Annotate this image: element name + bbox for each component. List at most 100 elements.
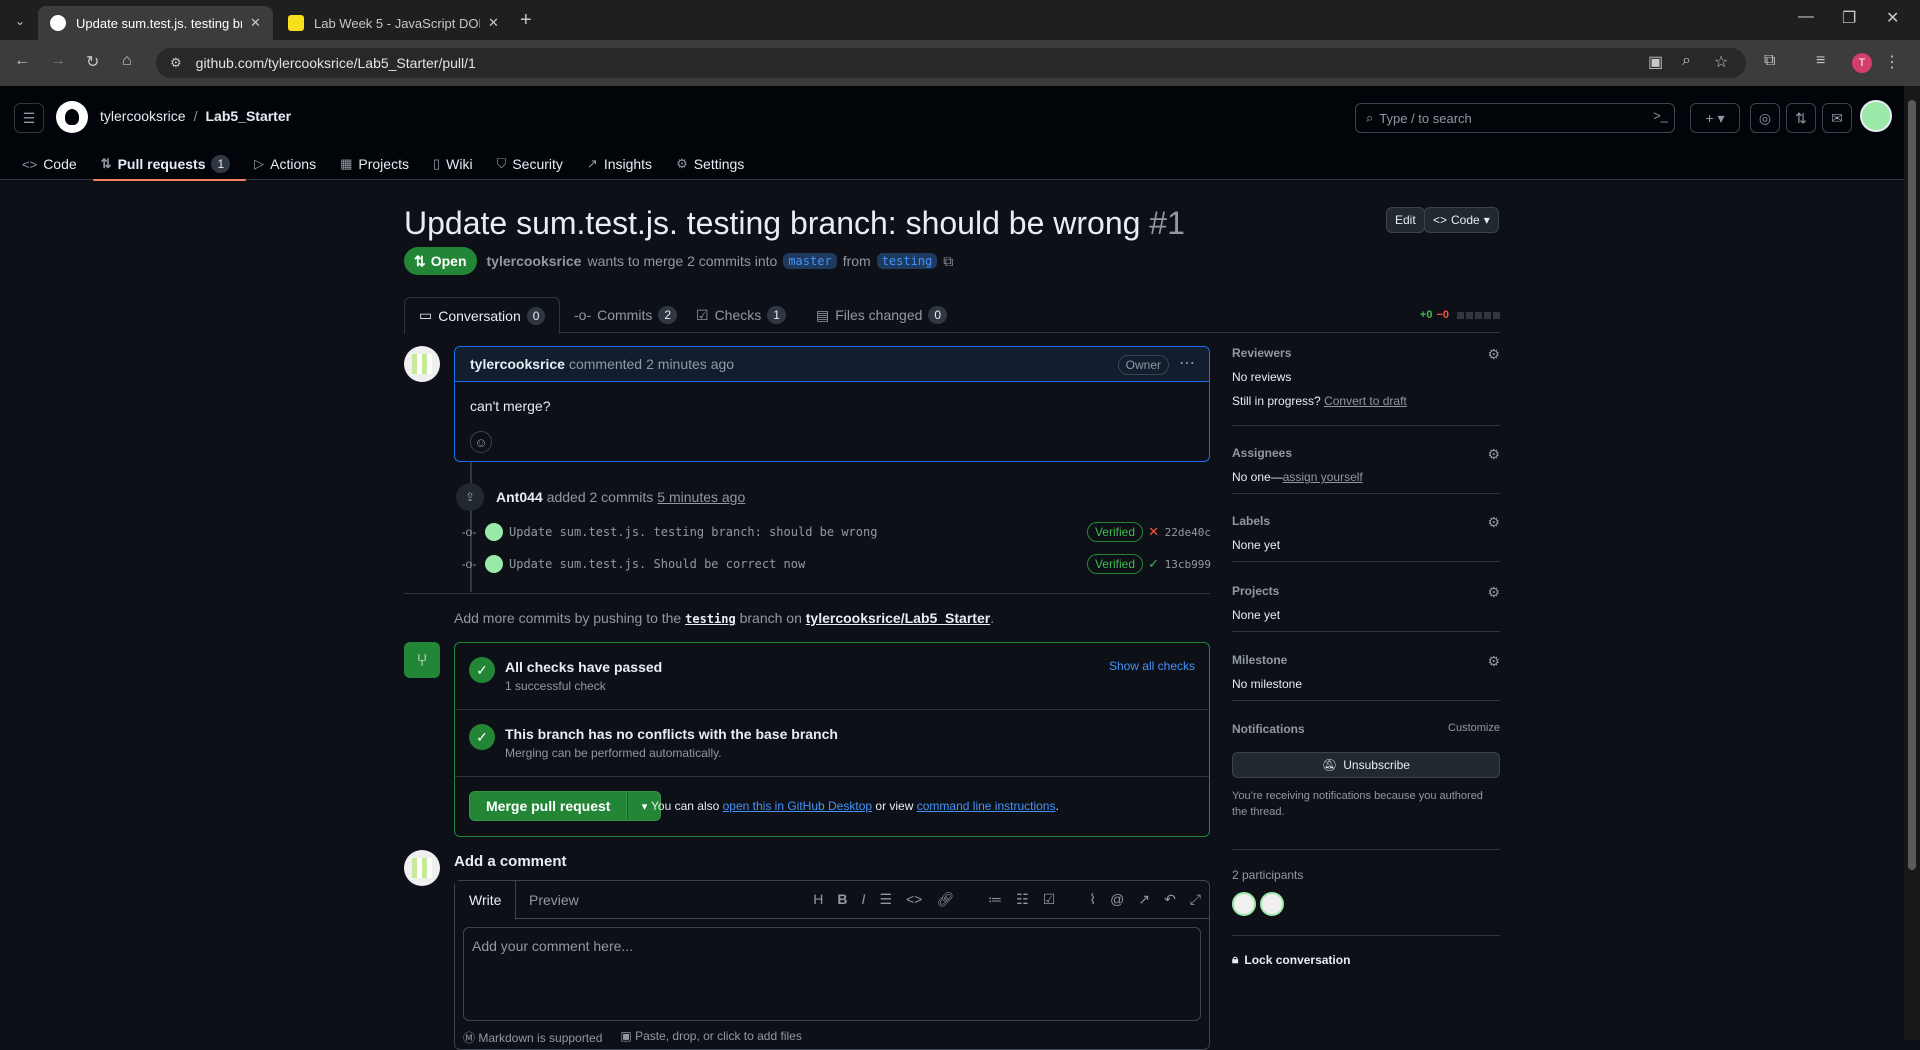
- extensions-icon[interactable]: ⧉: [1764, 52, 1775, 70]
- create-new-button[interactable]: + ▾: [1690, 103, 1740, 133]
- nav-wiki[interactable]: ▯ Wiki: [433, 148, 485, 180]
- tab-search-button[interactable]: ⌄: [8, 9, 32, 33]
- nav-projects[interactable]: ▦ Projects: [340, 148, 421, 180]
- participant-avatar[interactable]: [1232, 892, 1256, 916]
- zoom-icon[interactable]: ⌕: [1682, 52, 1691, 70]
- verified-badge[interactable]: Verified: [1086, 522, 1143, 542]
- media-icon[interactable]: ≡: [1816, 52, 1825, 70]
- repo-link[interactable]: Lab5_Starter: [205, 108, 291, 124]
- assign-yourself-link[interactable]: assign yourself: [1283, 470, 1363, 484]
- home-icon[interactable]: ⌂: [122, 52, 132, 70]
- install-app-icon[interactable]: ▣: [1648, 52, 1663, 72]
- nav-security[interactable]: ⛉ Security: [497, 148, 575, 180]
- event-time[interactable]: 5 minutes ago: [657, 489, 745, 505]
- browser-menu-icon[interactable]: ⋮: [1884, 52, 1900, 72]
- italic-icon[interactable]: I: [862, 891, 866, 908]
- commit-sha[interactable]: 13cb999: [1165, 558, 1211, 571]
- profile-avatar[interactable]: T: [1852, 53, 1872, 73]
- comment-time[interactable]: 2 minutes ago: [646, 356, 734, 372]
- command-palette-icon[interactable]: >_: [1653, 108, 1668, 123]
- link-icon[interactable]: 🔗︎: [936, 891, 954, 908]
- code-icon[interactable]: <>: [906, 891, 922, 908]
- github-desktop-link[interactable]: open this in GitHub Desktop: [723, 799, 872, 813]
- merge-pull-request-button[interactable]: Merge pull request: [469, 791, 628, 821]
- check-passed-icon[interactable]: ✓: [1148, 556, 1159, 572]
- commit-sha[interactable]: 22de40c: [1165, 526, 1211, 539]
- convert-to-draft-link[interactable]: Convert to draft: [1324, 394, 1407, 408]
- browser-tab[interactable]: Lab Week 5 - JavaScript DOM E ✕: [276, 6, 511, 40]
- commit-message[interactable]: Update sum.test.js. testing branch: shou…: [509, 525, 877, 539]
- bold-icon[interactable]: B: [837, 891, 847, 908]
- unsubscribe-button[interactable]: 🔕︎ Unsubscribe: [1232, 752, 1500, 778]
- show-all-checks-link[interactable]: Show all checks: [1109, 659, 1195, 673]
- scrollbar-thumb[interactable]: [1908, 100, 1916, 870]
- reference-icon[interactable]: ↗: [1138, 891, 1150, 908]
- nav-actions[interactable]: ▷ Actions: [254, 148, 328, 180]
- tab-files-changed[interactable]: ▤ Files changed 0: [802, 297, 961, 333]
- event-actor[interactable]: Ant044: [496, 489, 543, 505]
- head-branch[interactable]: testing: [876, 253, 938, 269]
- commit-message[interactable]: Update sum.test.js. Should be correct no…: [509, 557, 805, 571]
- numbered-list-icon[interactable]: ≔: [988, 891, 1002, 908]
- heading-icon[interactable]: H: [813, 891, 823, 908]
- gear-icon[interactable]: ⚙: [1487, 653, 1500, 670]
- add-reaction-icon[interactable]: ☺: [470, 431, 492, 453]
- attach-files-hint[interactable]: ▣ Paste, drop, or click to add files: [620, 1029, 801, 1046]
- tab-write[interactable]: Write: [455, 881, 517, 920]
- menu-icon[interactable]: ☰: [14, 103, 44, 133]
- tab-commits[interactable]: -o- Commits 2: [560, 297, 691, 333]
- code-dropdown-button[interactable]: <> Code ▾: [1424, 207, 1499, 233]
- nav-pull-requests[interactable]: ⇅ Pull requests 1: [92, 148, 246, 181]
- back-icon[interactable]: ←: [14, 52, 30, 70]
- tab-preview[interactable]: Preview: [515, 881, 593, 919]
- comment-textarea[interactable]: Add your comment here...: [463, 927, 1201, 1021]
- restore-icon[interactable]: ❐: [1842, 8, 1856, 28]
- site-info-icon[interactable]: ⚙: [170, 55, 182, 71]
- browser-tab-active[interactable]: Update sum.test.js. testing bran ✕: [38, 6, 273, 40]
- reply-icon[interactable]: ↶: [1164, 891, 1176, 908]
- gear-icon[interactable]: ⚙: [1487, 346, 1500, 363]
- quote-icon[interactable]: ☰: [879, 891, 892, 908]
- gear-icon[interactable]: ⚙: [1487, 584, 1500, 601]
- commenter-avatar[interactable]: [404, 346, 440, 382]
- nav-code[interactable]: <> Code: [22, 148, 89, 180]
- commit-author-avatar[interactable]: [485, 555, 503, 573]
- close-tab-icon[interactable]: ✕: [488, 15, 499, 31]
- edit-title-button[interactable]: Edit: [1386, 207, 1425, 233]
- push-hint-branch[interactable]: testing: [685, 612, 736, 626]
- mention-icon[interactable]: @: [1110, 891, 1124, 908]
- github-logo-icon[interactable]: [56, 101, 88, 133]
- reload-icon[interactable]: ↻: [86, 52, 99, 72]
- pull-requests-icon[interactable]: ⇅: [1786, 103, 1816, 133]
- nav-settings[interactable]: ⚙ Settings: [676, 148, 756, 180]
- push-hint-repo-link[interactable]: tylercooksrice/Lab5_Starter: [806, 610, 990, 626]
- pr-author-link[interactable]: tylercooksrice: [487, 253, 582, 269]
- bookmark-star-icon[interactable]: ☆: [1714, 52, 1728, 72]
- lock-conversation-button[interactable]: 🔒︎ Lock conversation: [1232, 952, 1350, 967]
- owner-link[interactable]: tylercooksrice: [100, 108, 186, 124]
- gear-icon[interactable]: ⚙: [1487, 514, 1500, 531]
- search-input[interactable]: ⌕ Type / to search >_: [1355, 103, 1675, 133]
- close-tab-icon[interactable]: ✕: [250, 15, 261, 31]
- copy-icon[interactable]: ⧉: [943, 253, 953, 270]
- command-line-link[interactable]: command line instructions: [917, 799, 1056, 813]
- participant-avatar[interactable]: [1260, 892, 1284, 916]
- minimize-icon[interactable]: —: [1798, 8, 1814, 26]
- tab-checks[interactable]: ☑ Checks 1: [682, 297, 800, 333]
- nav-insights[interactable]: ↗ Insights: [587, 148, 664, 180]
- inbox-icon[interactable]: ✉: [1822, 103, 1852, 133]
- check-failed-icon[interactable]: ✕: [1148, 524, 1159, 540]
- verified-badge[interactable]: Verified: [1086, 554, 1143, 574]
- close-window-icon[interactable]: ✕: [1886, 8, 1899, 28]
- tab-conversation[interactable]: ▭ Conversation 0: [404, 297, 561, 334]
- issues-icon[interactable]: ◎: [1750, 103, 1780, 133]
- comment-author[interactable]: tylercooksrice: [470, 356, 565, 372]
- address-bar[interactable]: ⚙ github.com/tylercooksrice/Lab5_Starter…: [156, 48, 1746, 78]
- bulleted-list-icon[interactable]: ☷: [1016, 891, 1029, 908]
- task-list-icon[interactable]: ☑: [1043, 891, 1056, 908]
- user-avatar[interactable]: [1860, 100, 1892, 132]
- url-text[interactable]: github.com/tylercooksrice/Lab5_Starter/p…: [196, 55, 476, 71]
- page-scrollbar[interactable]: [1904, 86, 1920, 1040]
- commit-author-avatar[interactable]: [485, 523, 503, 541]
- viewer-avatar[interactable]: [404, 850, 440, 886]
